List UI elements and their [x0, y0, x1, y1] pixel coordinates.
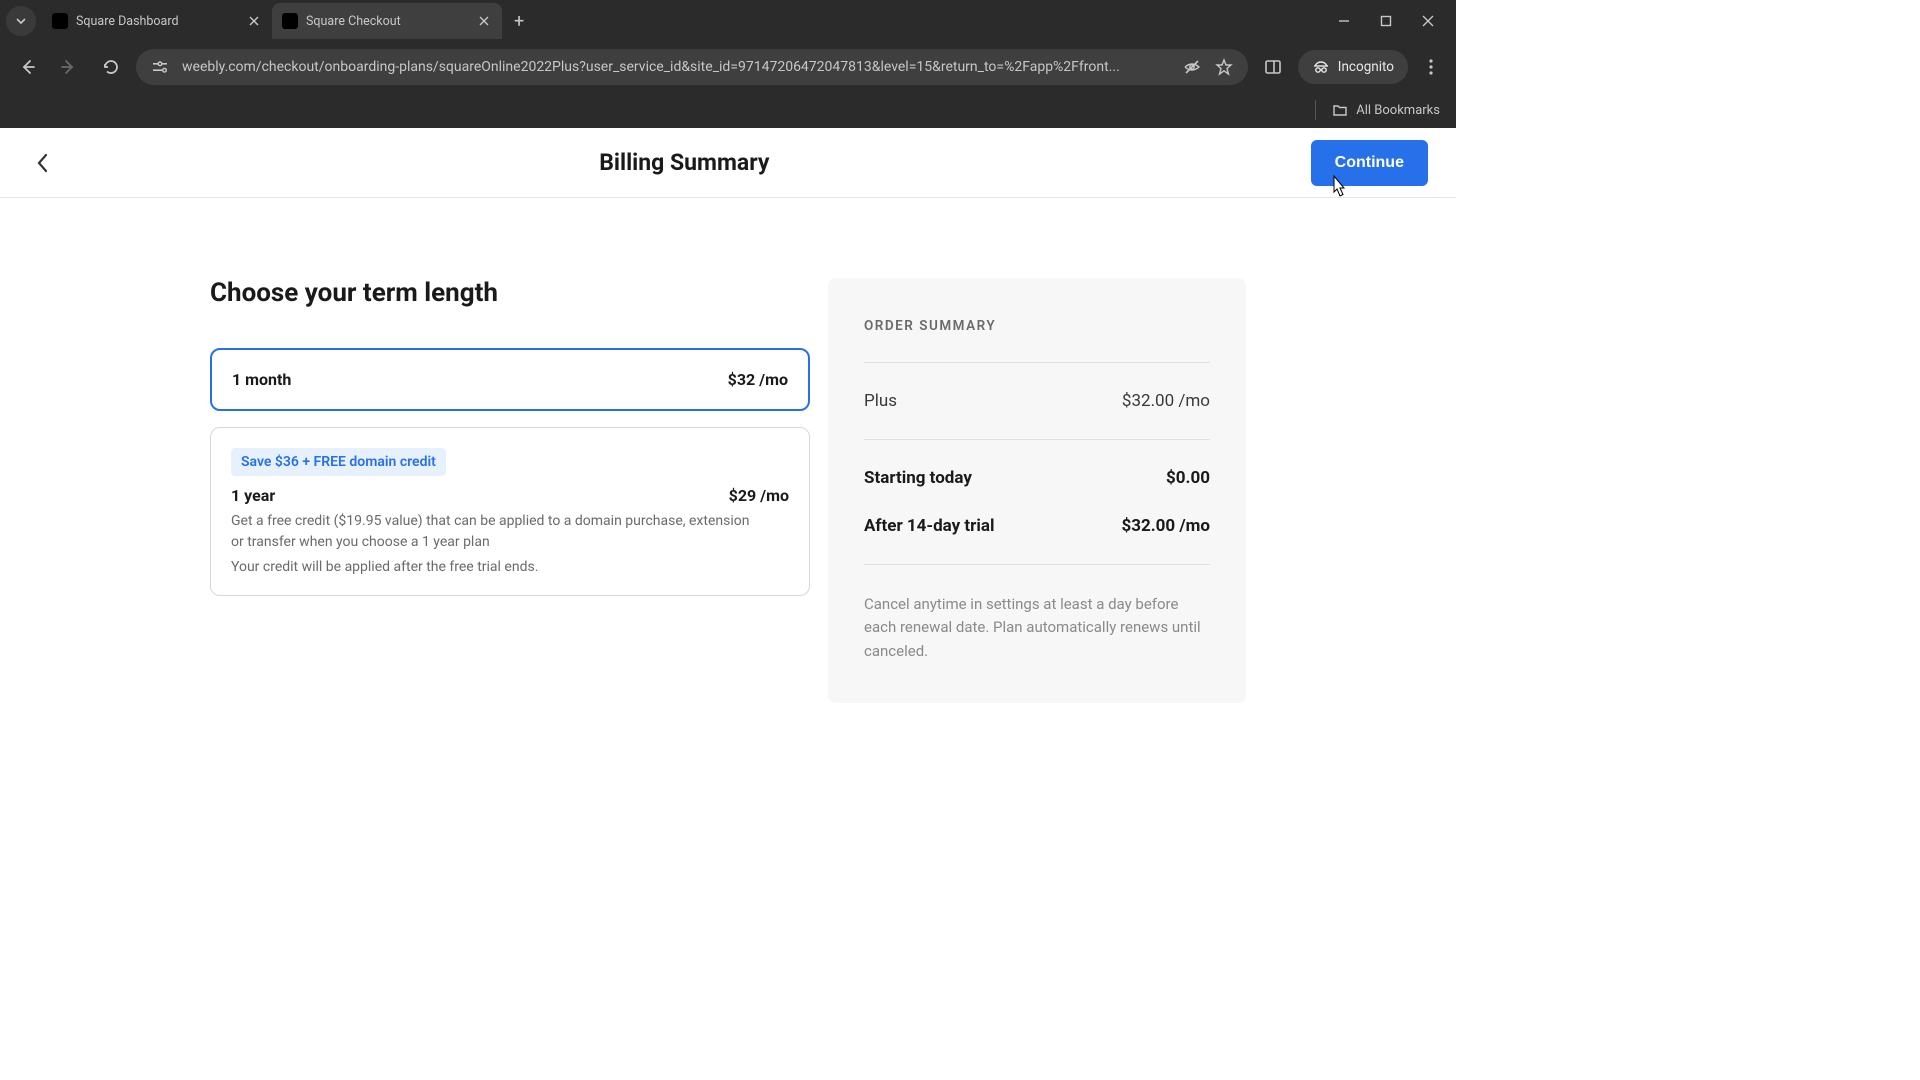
menu-dots-icon[interactable]: [1416, 52, 1446, 82]
cancel-disclaimer: Cancel anytime in settings at least a da…: [864, 593, 1210, 663]
side-panel-icon[interactable]: [1256, 50, 1290, 84]
tab-bar: Square Dashboard Square Checkout +: [0, 0, 1456, 42]
plan-price: $32.00 /mo: [1122, 391, 1210, 411]
all-bookmarks-link[interactable]: All Bookmarks: [1356, 103, 1440, 118]
page-header: Billing Summary Continue: [0, 128, 1456, 198]
after-trial-label: After 14-day trial: [864, 516, 995, 536]
summary-plan-row: Plus $32.00 /mo: [864, 391, 1210, 411]
term-selection-column: Choose your term length 1 month $32 /mo …: [210, 278, 810, 703]
bookmark-star-icon[interactable]: [1214, 57, 1234, 77]
address-bar-row: weebly.com/checkout/onboarding-plans/squ…: [0, 42, 1456, 92]
url-text: weebly.com/checkout/onboarding-plans/squ…: [182, 59, 1170, 75]
close-window-icon[interactable]: [1416, 9, 1440, 33]
content-area: Choose your term length 1 month $32 /mo …: [0, 198, 1456, 703]
divider: [864, 564, 1210, 565]
divider: [864, 362, 1210, 363]
order-summary-panel: ORDER SUMMARY Plus $32.00 /mo Starting t…: [828, 278, 1246, 703]
term-name: 1 year: [231, 486, 275, 505]
tab-title: Square Checkout: [306, 14, 468, 29]
starting-value: $0.00: [1166, 468, 1210, 488]
address-bar[interactable]: weebly.com/checkout/onboarding-plans/squ…: [136, 49, 1248, 85]
plan-name: Plus: [864, 391, 897, 411]
promo-badge: Save $36 + FREE domain credit: [231, 448, 446, 476]
forward-icon[interactable]: [52, 50, 86, 84]
order-summary-title: ORDER SUMMARY: [864, 318, 1210, 334]
folder-icon: [1332, 102, 1348, 118]
divider: [1315, 100, 1316, 120]
page-content: Billing Summary Continue Choose your ter…: [0, 128, 1456, 816]
divider: [864, 439, 1210, 440]
site-settings-icon[interactable]: [150, 57, 170, 77]
incognito-label: Incognito: [1338, 59, 1394, 75]
eye-off-icon[interactable]: [1182, 57, 1202, 77]
section-heading: Choose your term length: [210, 278, 810, 308]
term-note: Your credit will be applied after the fr…: [231, 559, 789, 575]
reload-icon[interactable]: [94, 50, 128, 84]
after-trial-value: $32.00 /mo: [1121, 516, 1210, 536]
term-price: $29 /mo: [729, 486, 789, 505]
new-tab-button[interactable]: +: [502, 11, 536, 32]
page-title: Billing Summary: [599, 149, 769, 176]
term-option-1-month[interactable]: 1 month $32 /mo: [210, 348, 810, 411]
incognito-chip[interactable]: Incognito: [1298, 50, 1408, 84]
starting-label: Starting today: [864, 468, 972, 488]
window-controls: [1332, 9, 1456, 33]
term-description: Get a free credit ($19.95 value) that ca…: [231, 511, 751, 553]
tab-search-dropdown[interactable]: [6, 6, 36, 36]
back-icon[interactable]: [10, 50, 44, 84]
bookmarks-bar: All Bookmarks: [0, 92, 1456, 128]
favicon-icon: [282, 13, 298, 29]
summary-after-trial-row: After 14-day trial $32.00 /mo: [864, 516, 1210, 536]
browser-chrome: Square Dashboard Square Checkout +: [0, 0, 1456, 128]
close-icon[interactable]: [246, 13, 262, 29]
tab-square-dashboard[interactable]: Square Dashboard: [42, 3, 272, 39]
tab-square-checkout[interactable]: Square Checkout: [272, 3, 502, 39]
term-name: 1 month: [232, 370, 291, 389]
continue-button[interactable]: Continue: [1311, 140, 1428, 186]
term-option-1-year[interactable]: Save $36 + FREE domain credit 1 year $29…: [210, 427, 810, 596]
tab-title: Square Dashboard: [76, 14, 238, 29]
back-button[interactable]: [28, 148, 58, 178]
term-price: $32 /mo: [728, 370, 788, 389]
summary-starting-row: Starting today $0.00: [864, 468, 1210, 488]
close-icon[interactable]: [476, 13, 492, 29]
incognito-icon: [1312, 58, 1330, 76]
favicon-icon: [52, 13, 68, 29]
maximize-icon[interactable]: [1374, 9, 1398, 33]
minimize-icon[interactable]: [1332, 9, 1356, 33]
